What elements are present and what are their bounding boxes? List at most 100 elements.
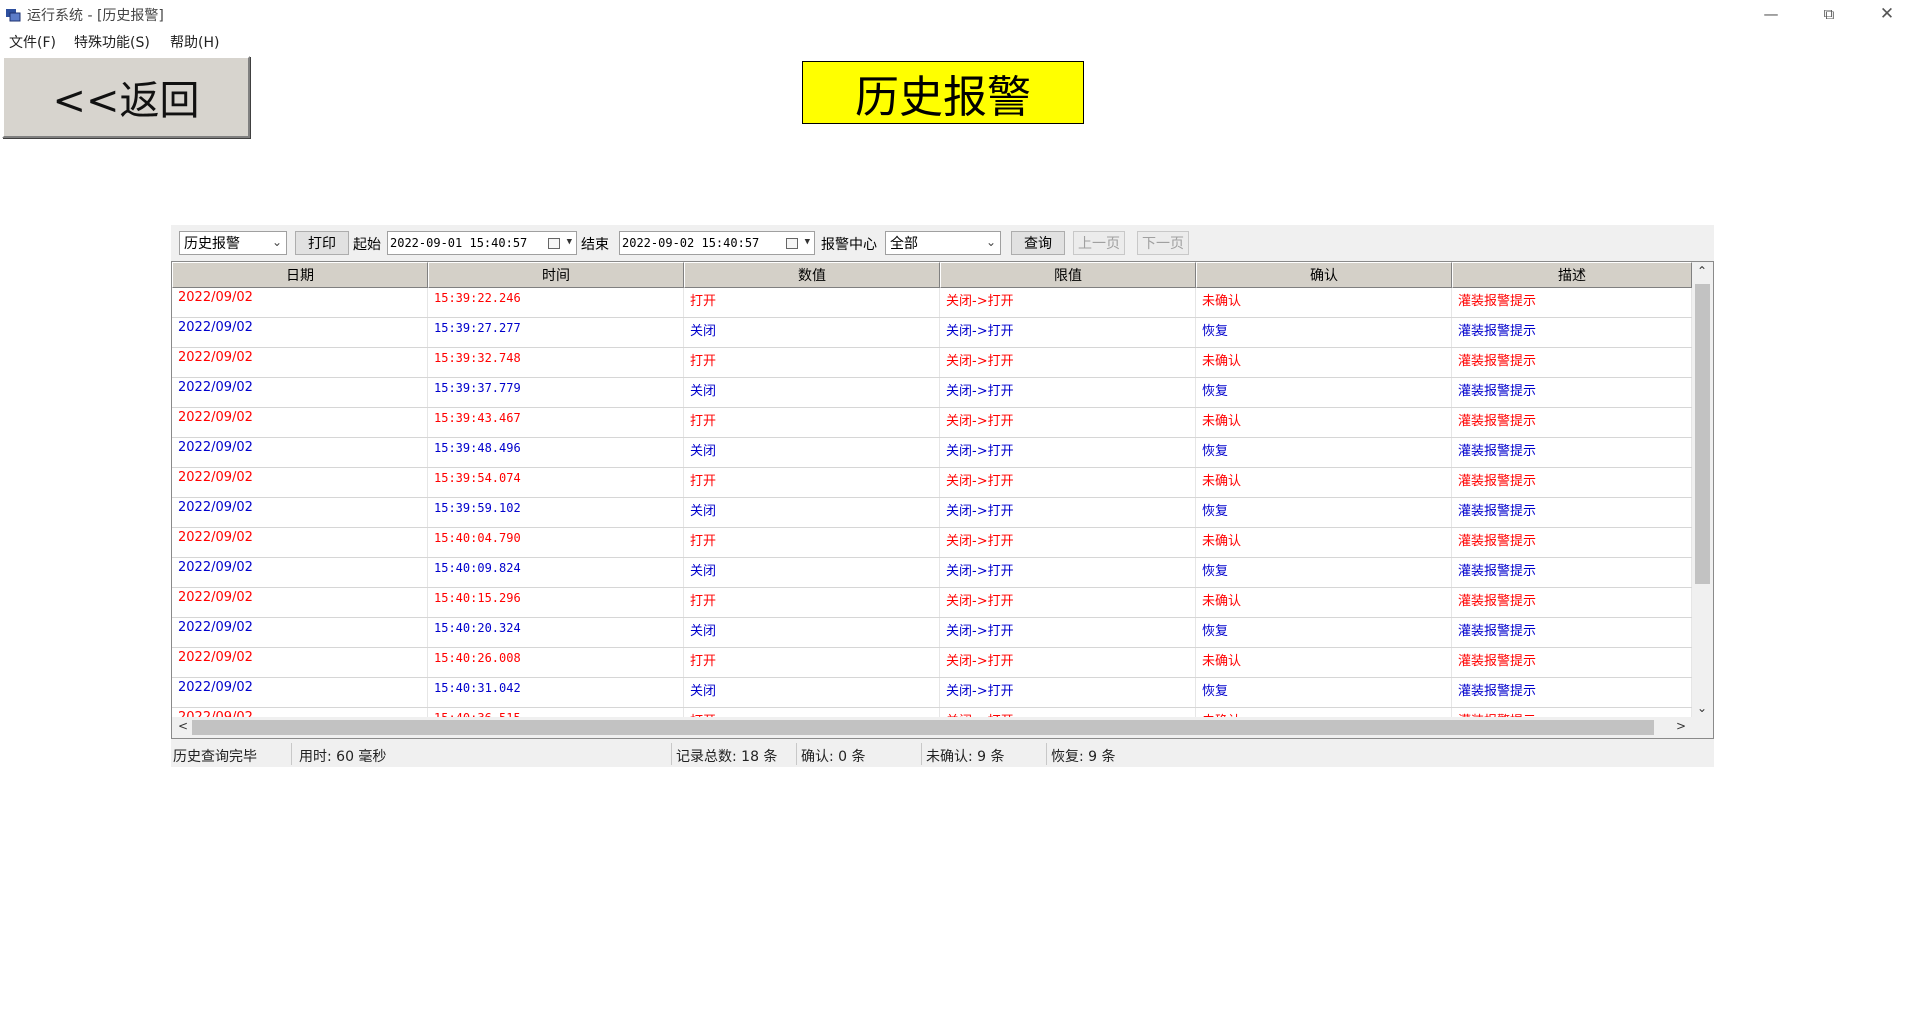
end-label: 结束 [581,237,609,253]
table-row[interactable]: 2022/09/02 15:39:43.467 打开 关闭->打开 未确认 灌装报警提示 [172,408,1692,438]
print-button[interactable]: 打印 [295,231,349,255]
cell-confirm: 恢复 [1196,678,1452,707]
cell-limit: 关闭->打开 [940,408,1196,437]
cell-date: 2022/09/02 [172,708,428,717]
cell-value: 关闭 [684,678,940,707]
table-row[interactable]: 2022/09/02 15:39:59.102 关闭 关闭->打开 恢复 灌装报警提示 [172,498,1692,528]
col-description[interactable]: 描述 [1452,262,1692,288]
vertical-scrollbar[interactable]: ⌃ ⌄ [1692,262,1713,717]
table-row[interactable]: 2022/09/02 15:40:20.324 关闭 关闭->打开 恢复 灌装报警提示 [172,618,1692,648]
cell-date: 2022/09/02 [172,618,428,647]
horizontal-scrollbar[interactable]: < > [172,717,1692,738]
start-datetime-field[interactable]: 2022-09-01 15:40:57 ▼ [387,231,577,255]
cell-description: 灌装报警提示 [1452,678,1692,707]
cell-time: 15:40:20.324 [428,618,684,647]
cell-date: 2022/09/02 [172,588,428,617]
cell-description: 灌装报警提示 [1452,438,1692,467]
horizontal-scroll-thumb[interactable] [192,720,1654,735]
table-row[interactable]: 2022/09/02 15:39:48.496 关闭 关闭->打开 恢复 灌装报警提示 [172,438,1692,468]
cell-date: 2022/09/02 [172,378,428,407]
query-button[interactable]: 查询 [1011,231,1065,255]
dropdown-arrow-icon[interactable]: ▼ [805,237,810,247]
calendar-icon[interactable] [548,238,560,249]
table-body: 2022/09/02 15:39:22.246 打开 关闭->打开 未确认 灌装报警提示 2… [172,288,1692,717]
cell-date: 2022/09/02 [172,408,428,437]
col-value[interactable]: 数值 [684,262,940,288]
end-datetime-field[interactable]: 2022-09-02 15:40:57 ▼ [619,231,815,255]
minimize-icon[interactable]: — [1742,0,1800,28]
cell-value: 关闭 [684,498,940,527]
table-row[interactable]: 2022/09/02 15:39:27.277 关闭 关闭->打开 恢复 灌装报警提示 [172,318,1692,348]
table-row[interactable]: 2022/09/02 15:40:09.824 关闭 关闭->打开 恢复 灌装报警提示 [172,558,1692,588]
cell-time: 15:40:26.008 [428,648,684,677]
cell-date: 2022/09/02 [172,438,428,467]
cell-value: 打开 [684,348,940,377]
cell-confirm: 恢复 [1196,378,1452,407]
col-limit[interactable]: 限值 [940,262,1196,288]
dropdown-arrow-icon[interactable]: ▼ [567,237,572,247]
alarm-table: 日期 时间 数值 限值 确认 描述 2022/09/02 15:39:22.246… [171,261,1714,739]
alarm-center-label: 报警中心 [821,237,877,253]
close-icon[interactable]: ✕ [1858,0,1916,28]
menu-file[interactable]: 文件(F) [9,32,56,52]
prev-page-button[interactable]: 上一页 [1073,231,1125,255]
col-date[interactable]: 日期 [172,262,428,288]
calendar-icon[interactable] [786,238,798,249]
cell-description: 灌装报警提示 [1452,348,1692,377]
vertical-scroll-thumb[interactable] [1695,284,1710,584]
table-row[interactable]: 2022/09/02 15:40:04.790 打开 关闭->打开 未确认 灌装报警提示 [172,528,1692,558]
menu-special[interactable]: 特殊功能(S) [74,32,150,52]
cell-confirm: 恢复 [1196,558,1452,587]
table-row[interactable]: 2022/09/02 15:39:54.074 打开 关闭->打开 未确认 灌装报警提示 [172,468,1692,498]
cell-description: 灌装报警提示 [1452,318,1692,347]
cell-confirm: 恢复 [1196,438,1452,467]
back-button[interactable]: <<返回 [2,56,250,138]
cell-date: 2022/09/02 [172,288,428,317]
alarm-center-select[interactable]: 全部 ⌄ [885,231,1001,255]
scroll-left-icon[interactable]: < [178,719,188,733]
table-row[interactable]: 2022/09/02 15:40:15.296 打开 关闭->打开 未确认 灌装报警提示 [172,588,1692,618]
cell-confirm: 未确认 [1196,408,1452,437]
page-title: 历史报警 [802,61,1084,124]
status-bar: 历史查询完毕 用时: 60 毫秒 记录总数: 18 条 确认: 0 条 未确认:… [171,739,1714,767]
cell-time: 15:40:04.790 [428,528,684,557]
cell-value: 打开 [684,648,940,677]
cell-description: 灌装报警提示 [1452,288,1692,317]
table-row[interactable]: 2022/09/02 15:39:32.748 打开 关闭->打开 未确认 灌装报警提示 [172,348,1692,378]
col-time[interactable]: 时间 [428,262,684,288]
cell-limit: 关闭->打开 [940,558,1196,587]
cell-value: 关闭 [684,438,940,467]
restore-icon[interactable]: ⧉ [1800,0,1858,28]
cell-confirm: 未确认 [1196,648,1452,677]
cell-limit: 关闭->打开 [940,498,1196,527]
menu-bar: 文件(F) 特殊功能(S) 帮助(H) [0,28,1919,52]
table-row[interactable]: 2022/09/02 15:39:37.779 关闭 关闭->打开 恢复 灌装报警提示 [172,378,1692,408]
chevron-down-icon: ⌄ [271,235,282,249]
cell-confirm: 未确认 [1196,288,1452,317]
alarm-type-select[interactable]: 历史报警 ⌄ [179,231,287,255]
toolbar: 历史报警 ⌄ 打印 起始 2022-09-01 15:40:57 ▼ 结束 20… [171,225,1714,259]
cell-value: 打开 [684,468,940,497]
col-confirm[interactable]: 确认 [1196,262,1452,288]
table-row[interactable]: 2022/09/02 15:40:31.042 关闭 关闭->打开 恢复 灌装报警提示 [172,678,1692,708]
menu-help[interactable]: 帮助(H) [170,32,219,52]
cell-confirm: 未确认 [1196,528,1452,557]
scroll-right-icon[interactable]: > [1676,719,1686,733]
cell-confirm: 恢复 [1196,318,1452,347]
table-row[interactable]: 2022/09/02 15:40:26.008 打开 关闭->打开 未确认 灌装报警提示 [172,648,1692,678]
next-page-button[interactable]: 下一页 [1137,231,1189,255]
scroll-up-icon[interactable]: ⌃ [1697,264,1707,278]
table-row[interactable]: 2022/09/02 15:39:22.246 打开 关闭->打开 未确认 灌装报警提示 [172,288,1692,318]
cell-value: 关闭 [684,618,940,647]
cell-description: 灌装报警提示 [1452,618,1692,647]
table-row[interactable]: 2022/09/0215:40:36.515打开关闭->打开未确认灌装报警提示 [172,708,1692,717]
cell-description: 灌装报警提示 [1452,558,1692,587]
cell-description: 灌装报警提示 [1452,498,1692,527]
cell-confirm: 未确认 [1196,708,1452,717]
cell-date: 2022/09/02 [172,468,428,497]
scroll-down-icon[interactable]: ⌄ [1697,701,1707,715]
cell-limit: 关闭->打开 [940,588,1196,617]
cell-description: 灌装报警提示 [1452,468,1692,497]
status-elapsed: 用时: 60 毫秒 [299,749,387,765]
status-divider [1046,743,1047,765]
